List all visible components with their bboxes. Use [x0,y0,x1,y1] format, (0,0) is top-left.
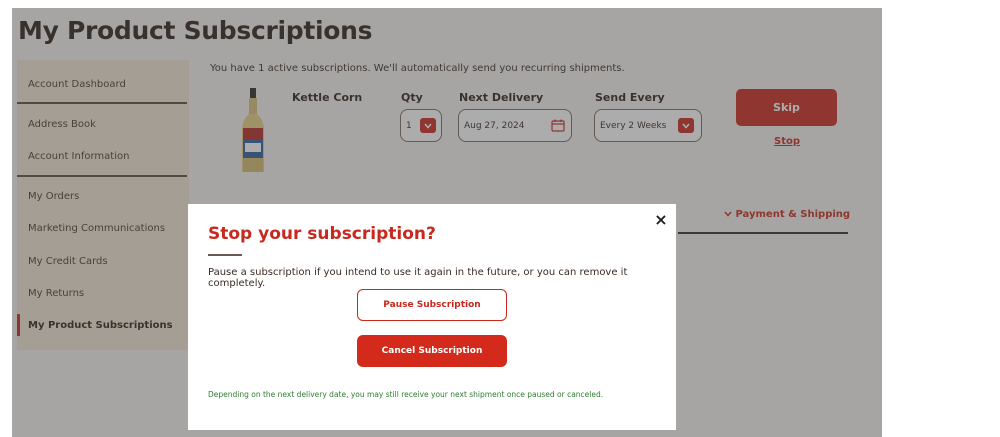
modal-description: Pause a subscription if you intend to us… [208,267,628,289]
stop-subscription-modal: × Stop your subscription? Pause a subscr… [188,204,676,430]
pause-subscription-button[interactable]: Pause Subscription [357,289,507,321]
shipment-notice: Depending on the next delivery date, you… [208,390,604,399]
modal-title: Stop your subscription? [208,224,436,244]
cancel-subscription-button[interactable]: Cancel Subscription [357,335,507,367]
modal-title-divider [208,254,242,256]
app: My Product Subscriptions Account Dashboa… [0,0,1000,437]
close-icon[interactable]: × [653,210,669,230]
